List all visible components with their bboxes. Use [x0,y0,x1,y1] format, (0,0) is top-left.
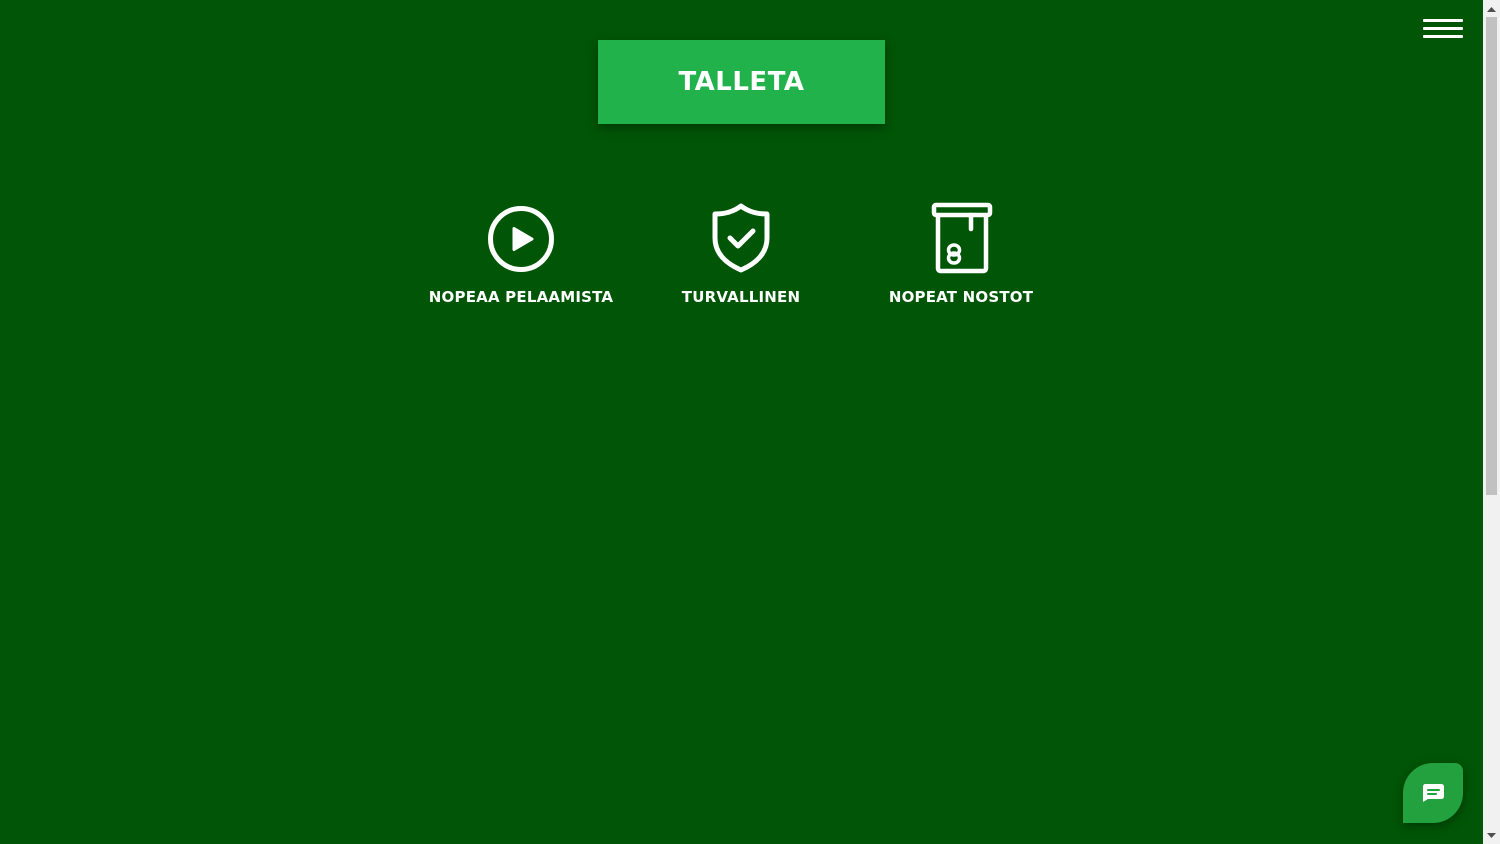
scrollbar-thumb[interactable] [1486,17,1497,495]
play-circle-icon [488,206,554,272]
feature-label: NOPEAT NOSTOT [888,288,1034,306]
chat-bubble-icon [1423,784,1444,802]
main-content: TALLETA NOPEAA PELAAMISTA TURVALLINEN NO… [0,0,1483,844]
deposit-button[interactable]: TALLETA [598,40,885,124]
feature-label: TURVALLINEN [681,288,801,306]
scroll-up-arrow-icon[interactable] [1483,0,1500,17]
feature-secure: TURVALLINEN [631,200,851,306]
shield-check-icon [712,203,770,273]
feature-fast-play: NOPEAA PELAAMISTA [411,200,631,306]
page: TALLETA NOPEAA PELAAMISTA TURVALLINEN NO… [0,0,1500,844]
scroll-down-arrow-icon[interactable] [1483,827,1500,844]
feature-fast-withdrawals: NOPEAT NOSTOT [851,200,1071,306]
feature-label: NOPEAA PELAAMISTA [428,288,614,306]
hamburger-menu-icon[interactable] [1421,16,1465,46]
vertical-scrollbar[interactable] [1483,0,1500,844]
cash-withdrawal-icon [931,202,993,274]
chat-button[interactable] [1403,763,1463,823]
